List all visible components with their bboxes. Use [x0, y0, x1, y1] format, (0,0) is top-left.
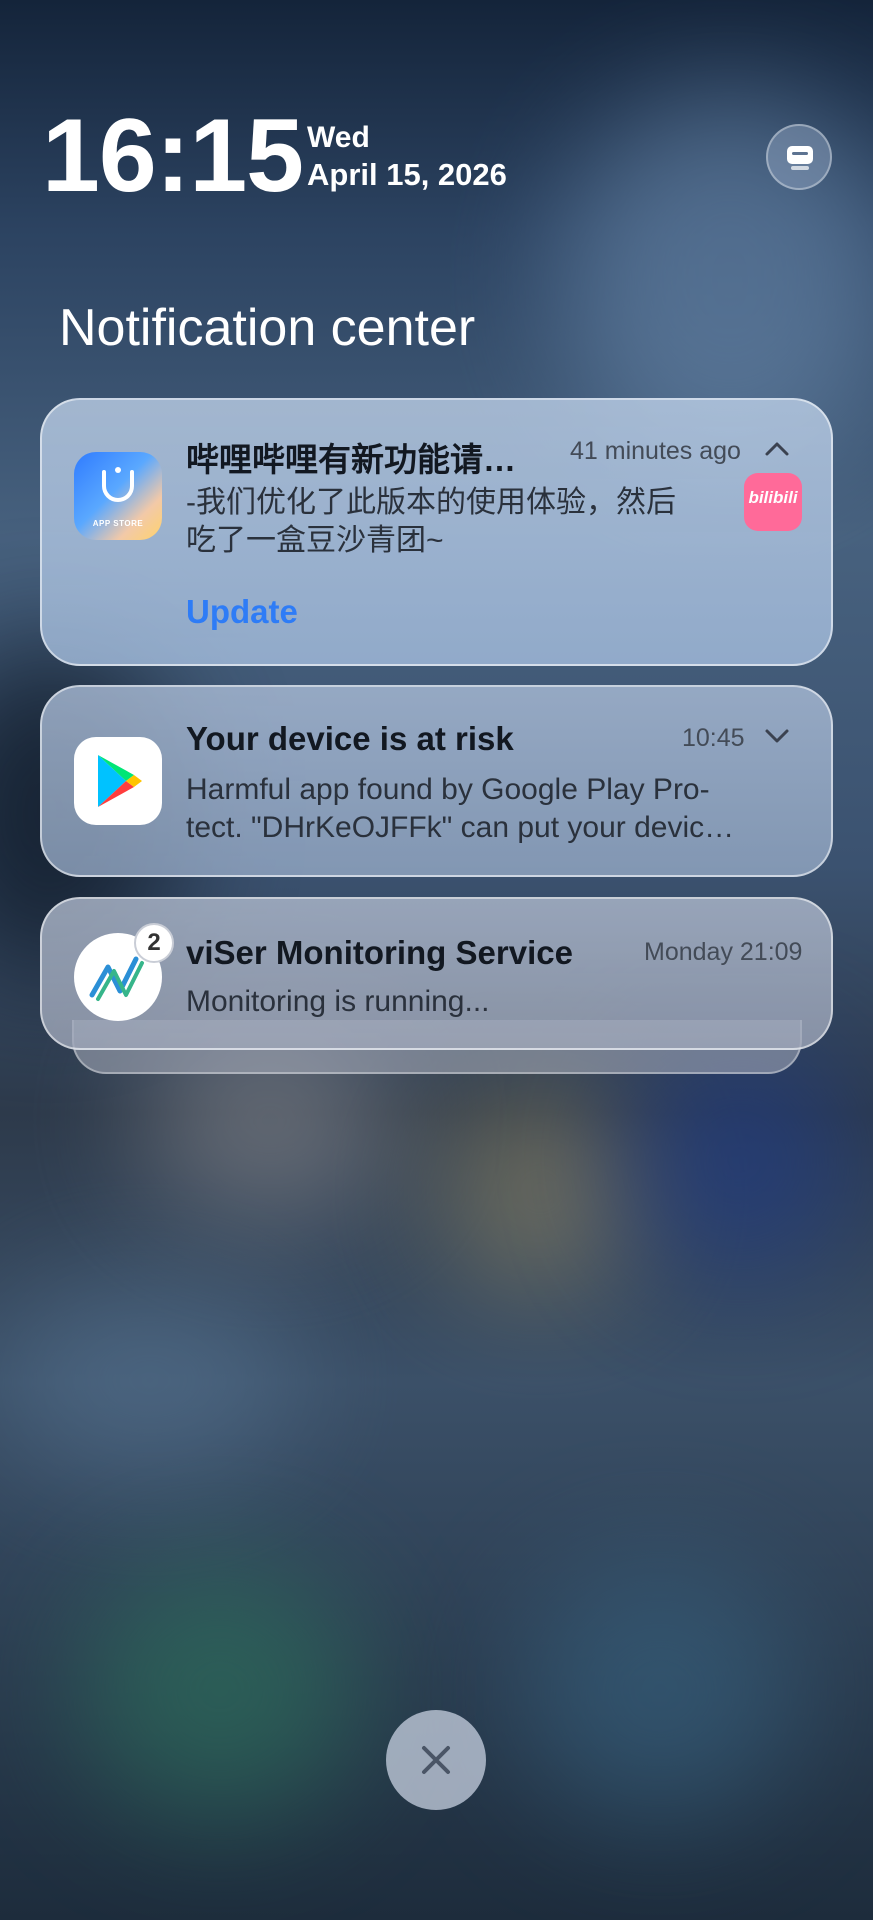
bilibili-icon-text: bilibili [748, 488, 798, 507]
notification-body: Monitoring is running... [186, 985, 490, 1018]
date: April 15, 2026 [307, 157, 507, 192]
notification-title: Your device is at risk [186, 720, 514, 757]
bilibili-icon: bilibili [744, 473, 802, 531]
notification-body: Harmful app found by Google Play Pro- te… [186, 771, 796, 847]
chevron-up-icon[interactable] [764, 440, 790, 458]
date-block: Wed April 15, 2026 [307, 120, 507, 194]
app-store-icon-label: APP STORE [92, 519, 144, 528]
notification-card-app-store[interactable]: APP STORE 哔哩哔哩有新功能请… 41 minutes ago -我们优… [40, 398, 833, 666]
notification-card-viser[interactable]: 2 viSer Monitoring Service Monday 21:09 … [40, 897, 833, 1050]
app-store-icon: APP STORE [74, 452, 162, 540]
notification-title: 哔哩哔哩有新功能请… [186, 441, 516, 478]
notification-body-line: tect. "DHrKeOJFFk" can put your devic… [186, 811, 735, 844]
notification-time: 41 minutes ago [570, 437, 741, 465]
google-play-icon [74, 737, 162, 825]
messages-toggle-button[interactable] [766, 124, 832, 190]
notification-body-line: 吃了一盒豆沙青团~ [186, 524, 444, 557]
notification-title: viSer Monitoring Service [186, 934, 573, 971]
clock: 16:15 [42, 98, 304, 214]
notification-time: 10:45 [682, 724, 745, 752]
message-stack-icon [787, 146, 813, 170]
chevron-down-icon[interactable] [764, 727, 790, 745]
clear-all-button[interactable] [386, 1710, 486, 1810]
update-button[interactable]: Update [186, 593, 298, 631]
notification-body-line: Harmful app found by Google Play Pro- [186, 773, 710, 806]
notification-time: Monday 21:09 [644, 938, 803, 966]
day-of-week: Wed [307, 121, 370, 154]
close-icon [422, 1746, 450, 1774]
notification-card-google-play[interactable]: Your device is at risk 10:45 Harmful app… [40, 685, 833, 877]
notification-body: -我们优化了此版本的使用体验，然后 吃了一盒豆沙青团~ [186, 484, 676, 560]
notification-body-line: -我们优化了此版本的使用体验，然后 [186, 486, 676, 519]
notification-center-title: Notification center [59, 299, 476, 357]
notification-count-badge: 2 [134, 923, 174, 963]
